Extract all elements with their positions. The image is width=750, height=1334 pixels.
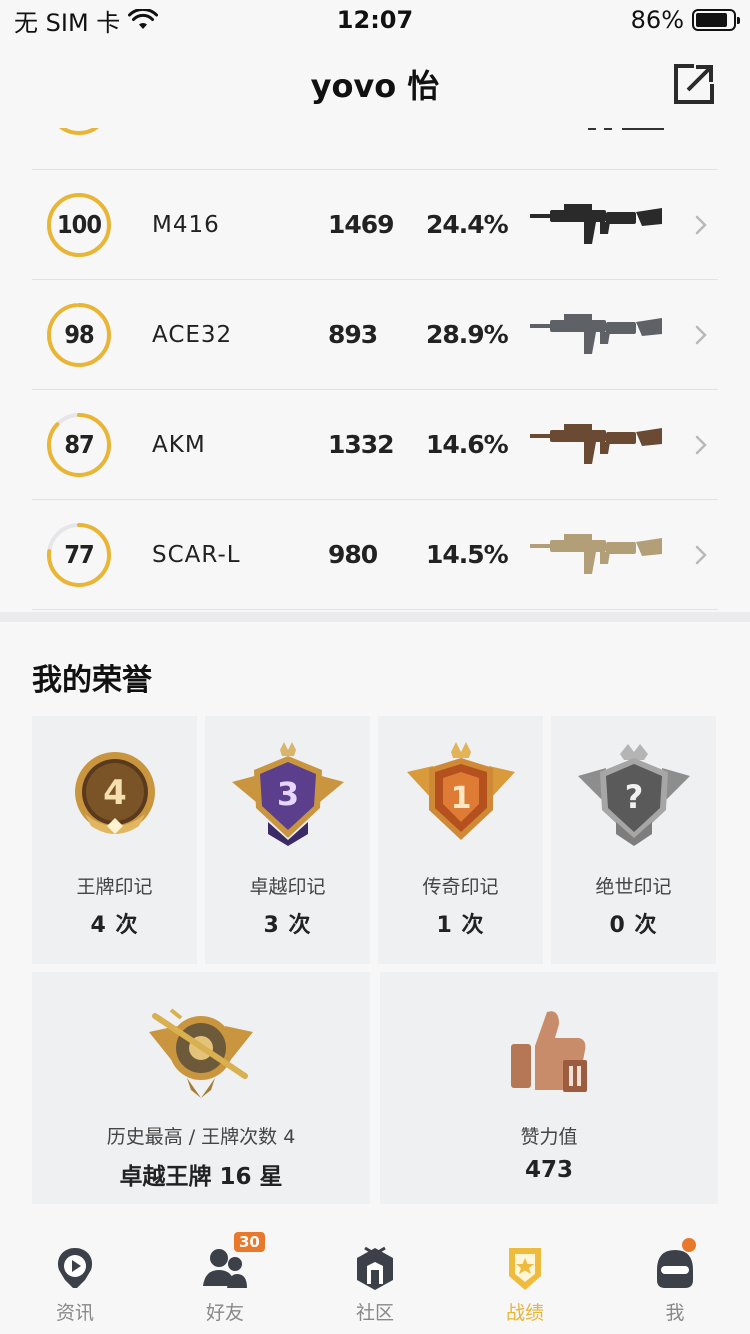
- tab-label: 资讯: [55, 1302, 94, 1324]
- weapon-row[interactable]: 100 M416 1469 24.4%: [32, 170, 718, 280]
- weapon-rows: 100 M416 1469 24.4% 98 ACE32 893 28.9% 8…: [32, 170, 718, 610]
- honor-label: 绝世印记: [595, 876, 672, 898]
- excellent-badge-number: 3: [276, 775, 298, 813]
- weapon-name: AKM: [152, 431, 206, 458]
- status-battery-group: 86%: [630, 6, 740, 34]
- history-best-label: 历史最高 / 王牌次数 4: [106, 1126, 296, 1148]
- ace-rank-badge-icon: [149, 1008, 253, 1098]
- thumbs-up-icon: [511, 1011, 587, 1092]
- honor-label: 王牌印记: [76, 876, 153, 898]
- page-title: yovo 怡: [310, 67, 440, 105]
- honor-card-peerless[interactable]: ? 绝世印记 0 次: [551, 716, 716, 964]
- tab-community[interactable]: 社区: [300, 1230, 450, 1334]
- weapon-kills: 893: [328, 320, 378, 349]
- weapon-score: 98: [64, 320, 94, 349]
- profile-notification-dot: [682, 1238, 696, 1252]
- score-ring: 98: [46, 302, 112, 368]
- nav-bar: yovo 怡: [0, 40, 750, 128]
- tab-label: 我: [665, 1302, 685, 1324]
- battery-fill: [696, 13, 727, 27]
- legend-badge-number: 1: [450, 781, 471, 816]
- tab-news[interactable]: 资讯: [0, 1230, 150, 1334]
- weapon-score: 77: [64, 540, 94, 569]
- honor-count: 0 次: [609, 913, 658, 938]
- honor-count: 3 次: [263, 913, 312, 938]
- weapon-kills: 980: [328, 540, 378, 569]
- ace-mark-badge-icon: 4: [74, 752, 155, 834]
- honor-card-legend[interactable]: 1 传奇印记 1 次: [378, 716, 543, 964]
- weapon-name: M416: [152, 211, 220, 238]
- weapon-name: SCAR-L: [152, 541, 241, 568]
- honor-label: 卓越印记: [249, 876, 326, 898]
- tab-profile[interactable]: 我: [600, 1230, 750, 1334]
- weapon-rate: 28.9%: [426, 320, 509, 349]
- battery-icon: [692, 9, 740, 31]
- likes-label: 赞力值: [520, 1126, 578, 1148]
- tab-bar: 资讯 30 好友 社区 战绩 我: [0, 1230, 750, 1334]
- section-divider: [0, 612, 750, 622]
- honor-card-excellent[interactable]: 3 卓越印记 3 次: [205, 716, 370, 964]
- history-best-card[interactable]: 历史最高 / 王牌次数 4 卓越王牌 16 星: [32, 972, 370, 1204]
- excellent-mark-badge-icon: 3: [231, 742, 344, 846]
- battery-percent: 86%: [630, 6, 684, 34]
- record-icon: [509, 1248, 541, 1290]
- carrier-label: 无 SIM 卡: [14, 8, 121, 37]
- honor-section-title: 我的荣誉: [32, 663, 152, 698]
- weapon-row[interactable]: 87 AKM 1332 14.6%: [32, 390, 718, 500]
- weapon-name: ACE32: [152, 321, 233, 348]
- likes-value: 473: [524, 1157, 573, 1183]
- likes-card[interactable]: 赞力值 473: [380, 972, 718, 1204]
- weapon-row[interactable]: 77 SCAR-L 980 14.5%: [32, 500, 718, 610]
- peerless-mark-badge-icon: ?: [577, 744, 690, 846]
- weapon-kills: 1332: [328, 430, 395, 459]
- tab-label: 战绩: [505, 1302, 544, 1324]
- score-ring: 87: [46, 412, 112, 478]
- honor-count: 1 次: [436, 913, 485, 938]
- stat-card-grid: 历史最高 / 王牌次数 4 卓越王牌 16 星 赞力值 473: [32, 972, 718, 1204]
- legend-mark-badge-icon: 1: [406, 742, 515, 840]
- tab-label: 好友: [205, 1302, 244, 1324]
- honor-count: 4 次: [90, 913, 139, 938]
- weapon-row[interactable]: 98 ACE32 893 28.9%: [32, 280, 718, 390]
- chevron-right-icon: [695, 435, 707, 454]
- weapon-kills: 1469: [328, 210, 395, 239]
- share-icon[interactable]: [672, 62, 716, 106]
- wifi-icon: [128, 9, 159, 29]
- score-ring: 100: [46, 192, 112, 258]
- rifle-icon: [530, 533, 662, 574]
- friends-count-badge: 30: [234, 1232, 265, 1252]
- weapon-rate: 24.4%: [426, 210, 509, 239]
- rifle-icon: [530, 203, 662, 244]
- honor-card-ace[interactable]: 4 王牌印记 4 次: [32, 716, 197, 964]
- tab-friends[interactable]: 30 好友: [150, 1230, 300, 1334]
- score-ring: 77: [46, 522, 112, 588]
- chevron-right-icon: [695, 215, 707, 234]
- history-best-value: 卓越王牌 16 星: [119, 1164, 283, 1190]
- ace-badge-number: 4: [103, 773, 127, 813]
- weapon-rate: 14.5%: [426, 540, 509, 569]
- tab-records[interactable]: 战绩: [450, 1230, 600, 1334]
- rifle-icon: [530, 313, 662, 354]
- tab-label: 社区: [355, 1302, 394, 1324]
- status-carrier-group: 无 SIM 卡: [14, 3, 159, 38]
- community-icon: [357, 1246, 393, 1290]
- peerless-badge-number: ?: [624, 778, 643, 816]
- honor-grid: 4 王牌印记 4 次 3 卓越印记 3 次 1 传奇印记 1 次 ? 绝世印记 …: [32, 716, 718, 964]
- honor-label: 传奇印记: [422, 876, 499, 898]
- status-bar: 无 SIM 卡 12:07 86%: [0, 0, 750, 40]
- chevron-right-icon: [695, 545, 707, 564]
- rifle-icon: [530, 423, 662, 464]
- weapon-rate: 14.6%: [426, 430, 509, 459]
- news-icon: [57, 1248, 93, 1288]
- chevron-right-icon: [695, 325, 707, 344]
- weapon-score: 100: [57, 210, 102, 239]
- weapon-list: 100 M416 1469 24.4% 98 ACE32 893 28.9% 8…: [32, 108, 718, 610]
- weapon-score: 87: [64, 430, 94, 459]
